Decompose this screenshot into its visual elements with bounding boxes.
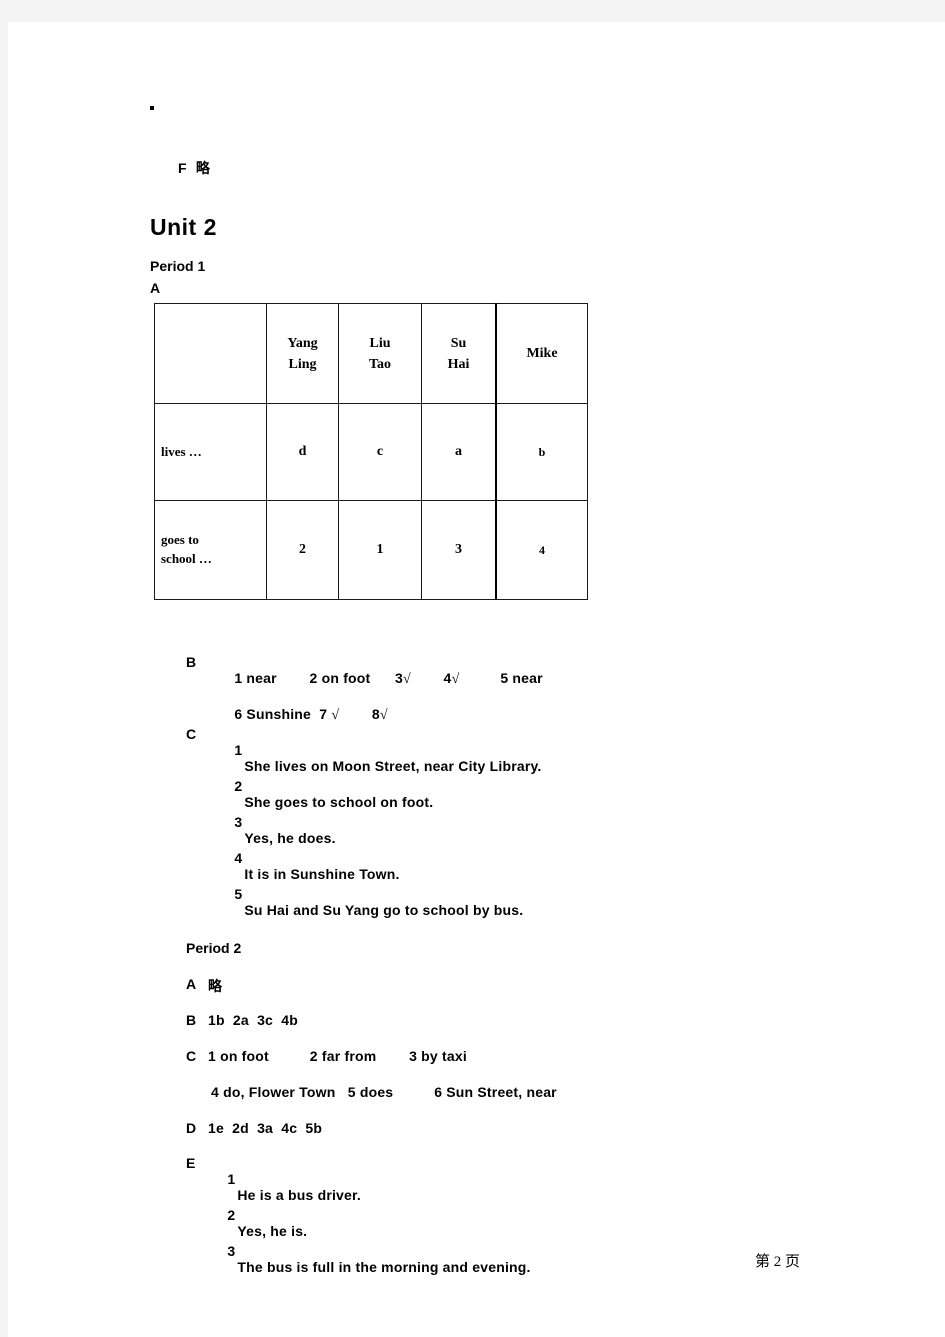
table-cell: 2 <box>266 500 339 600</box>
table-cell: 4 <box>495 500 588 600</box>
item-number: 4 <box>234 850 243 866</box>
period2-section-b-text: 1b 2a 3c 4b <box>208 1012 298 1028</box>
item-number: 3 <box>227 1243 236 1259</box>
table-row-header-goes-to-school: goes to school … <box>154 500 267 600</box>
col-header-line1: Liu <box>369 335 391 351</box>
col-header-line2: Hai <box>447 356 470 372</box>
answer-text: 4 <box>410 670 452 686</box>
period-1-heading: Period 1 <box>150 258 206 274</box>
table-cell: b <box>495 403 588 501</box>
table-col-header-yang-ling: Yang Ling <box>266 303 339 404</box>
col-header-line2: Ling <box>288 356 317 372</box>
period1-section-b-label: B <box>186 654 197 670</box>
item-number: 1 <box>234 742 243 758</box>
item-number: 3 <box>234 814 243 830</box>
period1-section-c-label: C <box>186 726 197 742</box>
col-header-line1: Mike <box>526 346 558 361</box>
table-col-header-liu-tao: Liu Tao <box>338 303 422 404</box>
document-page: F 略 Unit 2 Period 1 A Yang Ling Liu Tao … <box>8 22 945 1337</box>
item-number: 2 <box>234 778 243 794</box>
col-header-line1: Su <box>450 335 467 351</box>
unit-title: Unit 2 <box>150 214 217 240</box>
table-col-header-mike: Mike <box>495 303 588 404</box>
item-number: 5 <box>234 886 243 902</box>
table-row-header-lives: lives … <box>154 403 267 501</box>
period2-section-c-label: C <box>186 1048 197 1064</box>
period-2-heading: Period 2 <box>186 940 242 956</box>
table-cell: a <box>421 403 497 501</box>
period2-section-a-text: 略 <box>208 978 223 994</box>
table-header-row: Yang Ling Liu Tao Su Hai Mike <box>154 303 588 404</box>
answer-text: 5 near <box>459 670 543 686</box>
item-number: 2 <box>227 1207 236 1223</box>
item-number: 1 <box>227 1171 236 1187</box>
check-mark-icon: √ <box>402 672 411 687</box>
table-row: lives … d c a b <box>154 403 588 501</box>
period2-section-c-line1: 1 on foot 2 far from 3 by taxi <box>208 1048 467 1064</box>
previous-section-f-answer: F 略 <box>178 160 211 176</box>
answer-text: 6 Sunshine 7 <box>234 706 332 722</box>
col-header-line2: Tao <box>368 356 392 372</box>
row-header-line1: lives … <box>161 443 202 459</box>
list-item: 3 The bus is full in the morning and eve… <box>211 1227 531 1291</box>
answer-text: 1 near 2 on foot 3 <box>234 670 403 686</box>
period2-section-d-label: D <box>186 1120 197 1136</box>
item-text: The bus is full in the morning and eveni… <box>237 1259 531 1275</box>
col-header-line1: Yang <box>287 335 318 351</box>
period1-section-a-table: Yang Ling Liu Tao Su Hai Mike lives … d … <box>154 303 588 600</box>
table-cell: 3 <box>421 500 497 600</box>
period2-section-b-label: B <box>186 1012 197 1028</box>
stray-dot-mark <box>150 106 154 110</box>
period2-section-d-text: 1e 2d 3a 4c 5b <box>208 1120 323 1136</box>
period-1-section-a-label: A <box>150 280 161 296</box>
item-text: Su Hai and Su Yang go to school by bus. <box>244 902 524 918</box>
page-number-footer: 第 2 页 <box>755 1254 801 1270</box>
period2-section-c-line2: 4 do, Flower Town 5 does 6 Sun Street, n… <box>211 1084 557 1100</box>
period2-section-a-label: A <box>186 976 197 992</box>
table-cell: c <box>338 403 422 501</box>
check-mark-icon: √ <box>379 708 388 723</box>
row-header-line2: school … <box>161 551 212 566</box>
table-corner-cell <box>154 303 267 404</box>
row-header-line1: goes to <box>161 532 199 548</box>
answer-text: 8 <box>339 706 380 722</box>
table-cell: d <box>266 403 339 501</box>
table-cell: 1 <box>338 500 422 600</box>
table-col-header-su-hai: Su Hai <box>421 303 497 404</box>
list-item: 5 Su Hai and Su Yang go to school by bus… <box>218 870 523 934</box>
table-row: goes to school … 2 1 3 4 <box>154 500 588 600</box>
period2-section-e-label: E <box>186 1155 196 1171</box>
